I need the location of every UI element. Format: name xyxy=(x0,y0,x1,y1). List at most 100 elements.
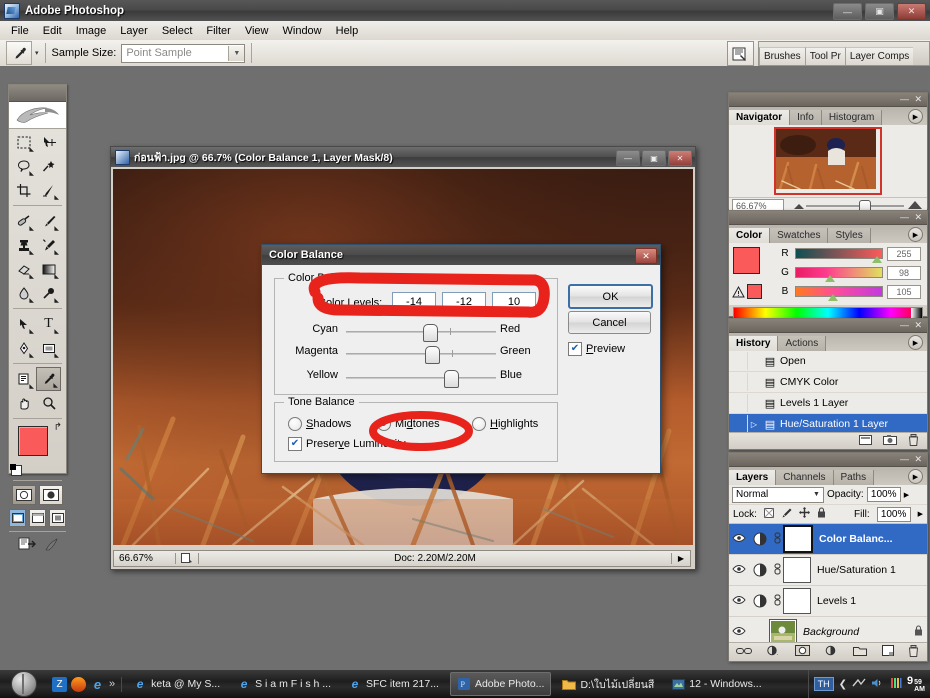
quick-mask-mode-button[interactable] xyxy=(39,485,63,505)
layer-visibility-icon[interactable] xyxy=(729,626,749,639)
new-layer-icon[interactable] xyxy=(881,645,894,659)
taskbar-clock[interactable]: 9 59 AM xyxy=(907,675,925,693)
tab-layers[interactable]: Layers xyxy=(729,470,777,485)
tab-channels[interactable]: Channels xyxy=(776,470,834,485)
doc-sizes-icon[interactable] xyxy=(176,553,199,564)
new-group-icon[interactable] xyxy=(852,645,867,659)
sample-size-select[interactable]: Point Sample ▼ xyxy=(121,43,246,63)
color-palette-header[interactable]: — ✕ xyxy=(729,211,927,225)
lock-position-icon[interactable] xyxy=(798,507,810,521)
layer-row[interactable]: Levels 1 xyxy=(729,586,927,617)
tab-history[interactable]: History xyxy=(729,336,779,351)
volume-icon[interactable] xyxy=(871,677,885,692)
eyedropper-icon[interactable] xyxy=(6,41,32,65)
path-selection-tool-icon[interactable]: ◣ xyxy=(11,312,36,336)
history-item[interactable]: ▤ Open xyxy=(729,351,927,372)
clone-stamp-tool-icon[interactable]: ◣ xyxy=(11,233,36,257)
layer-link-icon[interactable] xyxy=(771,532,783,546)
document-zoom-value[interactable]: 66.67% xyxy=(114,553,176,564)
lasso-tool-icon[interactable]: ◣ xyxy=(11,154,36,178)
out-of-gamut-swatch[interactable] xyxy=(747,284,762,299)
menu-item-help[interactable]: Help xyxy=(329,23,366,39)
navigator-panel-menu-icon[interactable]: ▶ xyxy=(908,109,923,124)
new-document-icon[interactable] xyxy=(859,434,872,449)
channel-thumb-g[interactable] xyxy=(825,275,836,282)
zoom-out-icon[interactable] xyxy=(794,203,804,209)
channel-ramp-b[interactable] xyxy=(795,286,883,301)
color-level-input-blue[interactable]: 10 xyxy=(492,292,536,310)
layer-visibility-icon[interactable] xyxy=(729,564,749,577)
rectangle-tool-icon[interactable]: ◣ xyxy=(36,336,61,360)
language-indicator[interactable]: TH xyxy=(813,677,834,691)
eraser-tool-icon[interactable]: ◣ xyxy=(11,257,36,281)
well-tab-tool-presets[interactable]: Tool Pr xyxy=(804,47,845,65)
tool-preset-dropdown-arrow[interactable]: ▾ xyxy=(35,49,39,57)
menu-item-layer[interactable]: Layer xyxy=(113,23,155,39)
layer-link-icon[interactable] xyxy=(771,563,783,577)
chevron-down-icon[interactable]: ▼ xyxy=(228,45,245,61)
color-close-button[interactable]: ✕ xyxy=(914,212,922,222)
foreground-color-swatch[interactable] xyxy=(18,426,48,456)
layer-mask-thumbnail[interactable] xyxy=(783,588,811,614)
dialog-close-button[interactable]: ✕ xyxy=(635,248,657,264)
taskbar-item-folder[interactable]: D:\ใบไม้เปลี่ยนสี xyxy=(556,673,660,695)
dialog-title-bar[interactable]: Color Balance ✕ xyxy=(262,245,660,265)
delete-layer-icon[interactable] xyxy=(908,644,919,660)
window-close-button[interactable]: ✕ xyxy=(897,3,926,20)
layers-minimize-button[interactable]: — xyxy=(900,454,909,464)
firefox-icon[interactable] xyxy=(71,676,86,692)
slider-thumb-yellow-blue[interactable] xyxy=(444,370,459,388)
tab-paths[interactable]: Paths xyxy=(833,470,875,485)
menu-item-window[interactable]: Window xyxy=(276,23,329,39)
start-button[interactable] xyxy=(2,671,46,697)
standard-mode-button[interactable] xyxy=(12,485,36,505)
menu-item-edit[interactable]: Edit xyxy=(36,23,69,39)
fill-value[interactable]: 100% xyxy=(876,506,911,522)
channel-value-g[interactable]: 98 xyxy=(887,265,921,280)
menu-item-file[interactable]: File xyxy=(4,23,36,39)
move-tool-icon[interactable] xyxy=(36,130,61,154)
quick-launch-expand-icon[interactable]: » xyxy=(109,678,115,690)
history-item[interactable]: ▤ Levels 1 Layer xyxy=(729,393,927,414)
blur-tool-icon[interactable]: ◣ xyxy=(11,281,36,305)
taskbar-item-sfc[interactable]: e SFC item 217... xyxy=(342,673,445,695)
window-restore-button[interactable]: ▣ xyxy=(865,3,894,20)
slice-tool-icon[interactable]: ◣ xyxy=(36,178,61,202)
slider-track-yellow-blue[interactable] xyxy=(346,377,496,379)
history-minimize-button[interactable]: — xyxy=(900,320,909,330)
layers-close-button[interactable]: ✕ xyxy=(914,454,922,464)
link-icon[interactable] xyxy=(736,646,753,659)
navigator-close-button[interactable]: ✕ xyxy=(914,94,922,104)
show-desktop-icon[interactable]: ❮ xyxy=(839,679,847,690)
taskbar-item-keta[interactable]: e keta @ My S... xyxy=(127,673,226,695)
layer-mask-icon[interactable] xyxy=(795,645,811,659)
blend-mode-select[interactable]: Normal ▼ xyxy=(732,486,824,503)
out-of-gamut-warning[interactable] xyxy=(732,284,762,299)
color-minimize-button[interactable]: — xyxy=(900,212,909,222)
lock-transparency-icon[interactable] xyxy=(763,507,774,521)
healing-brush-tool-icon[interactable]: ◣ xyxy=(11,209,36,233)
quick-launch-icon-1[interactable]: Z xyxy=(52,676,67,692)
layer-visibility-icon[interactable] xyxy=(729,533,749,546)
tab-color[interactable]: Color xyxy=(729,228,771,243)
layer-row[interactable]: Hue/Saturation 1 xyxy=(729,555,927,586)
document-minimize-button[interactable]: — xyxy=(616,150,640,166)
menu-item-filter[interactable]: Filter xyxy=(199,23,237,39)
channel-thumb-r[interactable] xyxy=(871,256,882,263)
channel-value-r[interactable]: 255 xyxy=(887,246,921,261)
zoom-in-icon[interactable] xyxy=(908,200,922,209)
new-snapshot-icon[interactable] xyxy=(883,434,897,449)
tab-histogram[interactable]: Histogram xyxy=(821,110,883,125)
opacity-slider-arrow[interactable]: ▶ xyxy=(904,491,909,499)
channel-thumb-b[interactable] xyxy=(827,294,838,301)
color-foreground-swatch[interactable] xyxy=(733,247,760,274)
swap-colors-icon[interactable]: ↱ xyxy=(54,422,62,433)
toolbox-drag-handle[interactable] xyxy=(9,85,66,102)
default-colors-icon[interactable] xyxy=(10,464,22,476)
fill-slider-arrow[interactable]: ▶ xyxy=(918,510,923,518)
cancel-button[interactable]: Cancel xyxy=(568,311,651,334)
standard-screen-mode-button[interactable] xyxy=(9,509,26,527)
radio-highlights[interactable]: Highlights xyxy=(472,417,538,431)
checkbox-preserve-luminosity[interactable]: ✔ Preserve Luminosity xyxy=(288,437,406,451)
chevron-down-icon[interactable]: ▼ xyxy=(810,491,823,498)
